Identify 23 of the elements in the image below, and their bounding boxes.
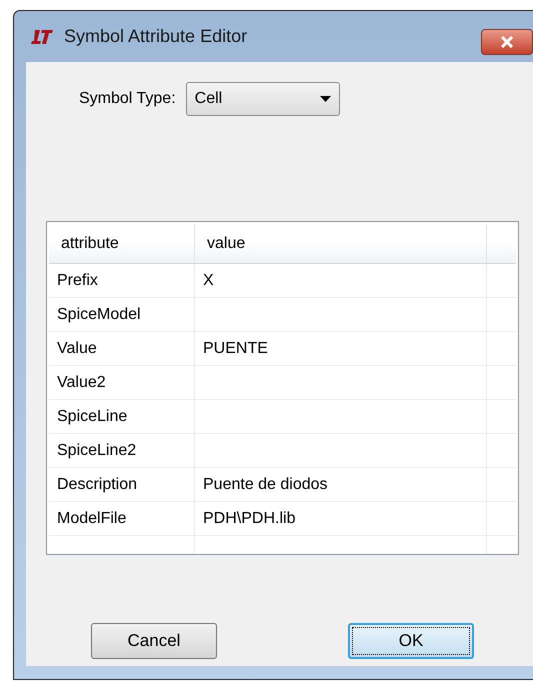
caret-icon (320, 96, 331, 102)
logo-icon (30, 28, 54, 44)
table-cell: Value (57, 340, 97, 358)
table-cell: X (203, 272, 214, 290)
table-cell: SpiceLine2 (57, 442, 136, 460)
table-cell: ModelFile (57, 510, 126, 528)
table-cell: Description (57, 476, 138, 494)
symbol-type-label: Symbol Type: (79, 90, 176, 108)
table-cell: PDH\PDH.lib (203, 510, 296, 528)
column-header[interactable]: attribute (49, 225, 195, 263)
column-header[interactable]: value (195, 225, 487, 263)
table-cell: Value2 (57, 374, 106, 392)
table-cell: SpiceLine (57, 408, 128, 426)
symbol-type-dropdown[interactable]: Cell (186, 82, 340, 116)
close-icon (500, 36, 514, 48)
table-cell: PUENTE (203, 340, 268, 358)
dialog-button[interactable]: OK (348, 623, 474, 659)
close-button[interactable] (481, 29, 533, 55)
table-cell: Puente de diodos (203, 476, 328, 494)
table-cell: SpiceModel (57, 306, 141, 324)
table-cell: Prefix (57, 272, 98, 290)
window-title: Symbol Attribute Editor (64, 26, 248, 47)
dialog-button[interactable]: Cancel (91, 623, 217, 659)
